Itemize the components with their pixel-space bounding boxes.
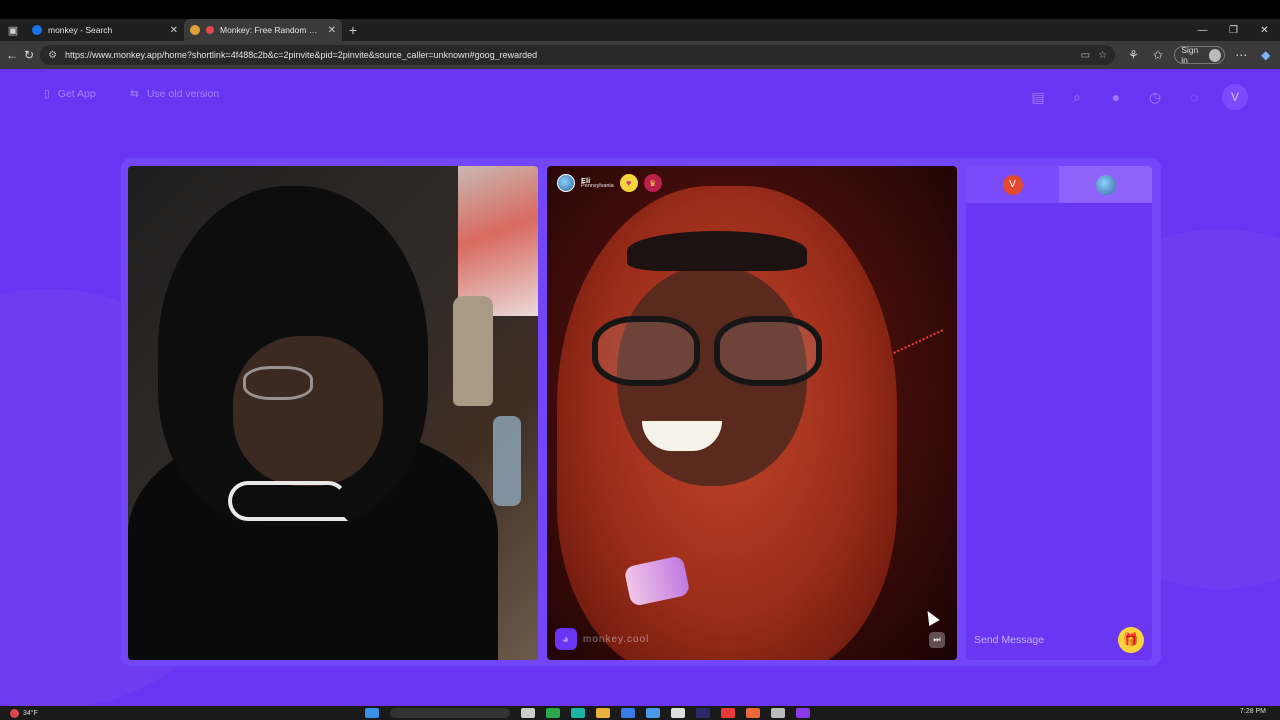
search-bar-icon[interactable]	[390, 708, 510, 718]
search-icon[interactable]: ⌕	[1066, 86, 1088, 108]
chat-input-row: 🎁	[966, 620, 1152, 660]
url-bar[interactable]: ⚙ https://www.monkey.app/home?shortlink=…	[40, 45, 1116, 65]
peer-glasses	[592, 316, 822, 386]
extensions-icon[interactable]: ⚘	[1125, 46, 1142, 64]
close-icon[interactable]: ✕	[328, 25, 336, 36]
camera-icon[interactable]: ▭	[1081, 50, 1090, 61]
temperature: 34°F	[23, 709, 38, 717]
taskbar: 34°F 7:28 PM	[0, 706, 1280, 720]
peer-video: Eli Pennsylvania ♥ ♛ ◕ monkey.cool ⏭	[547, 166, 957, 660]
app-icon[interactable]	[771, 708, 785, 718]
background-flag	[458, 166, 538, 316]
video-chat-stage: Eli Pennsylvania ♥ ♛ ◕ monkey.cool ⏭ V S…	[121, 158, 1161, 666]
app-icon[interactable]	[746, 708, 760, 718]
send-message-input[interactable]	[974, 634, 1118, 646]
restore-icon[interactable]: ❐	[1218, 19, 1249, 41]
profile-avatar-icon	[1209, 48, 1221, 62]
search-icon	[32, 25, 42, 35]
taskbar-apps	[365, 708, 810, 718]
new-tab-icon[interactable]: +	[342, 19, 364, 41]
chat-tab-peer[interactable]	[1059, 166, 1152, 203]
peer-text: Eli Pennsylvania	[581, 176, 614, 190]
self-glasses	[243, 366, 313, 400]
start-icon[interactable]	[365, 708, 379, 718]
browser-tab-search[interactable]: monkey - Search ✕	[26, 19, 184, 41]
store-icon[interactable]: ▤	[1027, 86, 1049, 108]
chat-tab-self[interactable]: V	[966, 166, 1059, 203]
self-face	[233, 336, 383, 486]
task-view-icon[interactable]	[521, 708, 535, 718]
peer-chat-avatar	[1095, 174, 1116, 195]
window-controls: — ❐ ✕	[1187, 19, 1280, 41]
monkey-icon	[190, 25, 200, 35]
weather-widget[interactable]: 34°F	[10, 708, 38, 718]
get-app-button[interactable]: ▯ Get App	[44, 88, 96, 100]
clock: 7:28 PM	[1239, 708, 1266, 715]
heart-badge-icon: ♥	[619, 174, 638, 192]
sign-in-label: Sign in	[1181, 45, 1199, 65]
recording-icon	[206, 26, 214, 34]
app-icon[interactable]	[621, 708, 635, 718]
address-bar-row: ← ↻ ⚙ https://www.monkey.app/home?shortl…	[0, 41, 1280, 69]
tab-actions-icon[interactable]: ▣	[0, 19, 26, 41]
tab-title: monkey - Search	[48, 25, 113, 35]
gift-badge-icon: ♛	[643, 174, 662, 192]
monkey-page: ▯ Get App ⇆ Use old version ▤ ⌕ ● ◷ ◌ V	[0, 69, 1280, 706]
app-icon[interactable]	[721, 708, 735, 718]
more-menu-icon[interactable]: ⋯	[1233, 46, 1250, 64]
header-icons: ▤ ⌕ ● ◷ ◌ V	[1027, 84, 1248, 110]
app-icon[interactable]	[646, 708, 660, 718]
app-icon[interactable]	[546, 708, 560, 718]
old-version-button[interactable]: ⇆ Use old version	[130, 88, 219, 100]
self-video	[128, 166, 538, 660]
peer-location: Pennsylvania	[581, 183, 614, 189]
history-icon[interactable]: ◷	[1144, 86, 1166, 108]
app-icon[interactable]	[671, 708, 685, 718]
background-water-bottle	[493, 416, 521, 506]
chat-panel: V 🎁	[966, 166, 1152, 660]
edge-icon[interactable]	[571, 708, 585, 718]
url-text: https://www.monkey.app/home?shortlink=4f…	[65, 50, 538, 60]
self-avatar: V	[1002, 174, 1023, 195]
page-header: ▯ Get App ⇆ Use old version ▤ ⌕ ● ◷ ◌ V	[0, 69, 1280, 127]
mouse-cursor	[922, 607, 940, 627]
background-bottle	[453, 296, 493, 406]
refresh-icon[interactable]: ↻	[24, 46, 34, 64]
app-icon[interactable]	[696, 708, 710, 718]
swap-icon: ⇆	[130, 88, 139, 100]
skip-icon[interactable]: ⏭	[929, 632, 945, 648]
app-icon[interactable]	[796, 708, 810, 718]
get-app-label: Get App	[57, 88, 96, 100]
watermark-text: monkey.cool	[583, 633, 650, 645]
weather-icon	[10, 708, 19, 718]
back-icon[interactable]: ←	[6, 46, 18, 64]
top-strip	[0, 0, 1280, 19]
monkey-logo-icon: ◕	[555, 628, 577, 650]
favorites-icon[interactable]: ✩	[1150, 46, 1167, 64]
close-icon[interactable]: ✕	[170, 25, 178, 36]
monkey-watermark: ◕ monkey.cool	[555, 628, 649, 650]
browser-tab-monkey[interactable]: Monkey: Free Random Video Chat ✕	[184, 19, 342, 41]
old-version-label: Use old version	[146, 88, 220, 100]
chat-bubble-icon[interactable]: ◌	[1183, 86, 1205, 108]
copilot-icon[interactable]: ◆	[1257, 46, 1274, 64]
tab-title: Monkey: Free Random Video Chat	[220, 25, 322, 35]
browser-tab-bar: ▣ monkey - Search ✕ Monkey: Free Random …	[0, 19, 1280, 41]
sign-in-button[interactable]: Sign in	[1174, 45, 1225, 65]
phone-icon: ▯	[44, 88, 50, 100]
folder-icon[interactable]	[596, 708, 610, 718]
favorite-star-icon[interactable]: ☆	[1098, 50, 1107, 61]
gift-icon[interactable]: 🎁	[1118, 627, 1144, 653]
user-avatar[interactable]: V	[1222, 84, 1248, 110]
chat-tabs: V	[966, 166, 1152, 203]
peer-headband	[627, 231, 807, 271]
monkey-face-icon[interactable]: ●	[1105, 86, 1127, 108]
browser-toolbar-right: ⚘ ✩ Sign in ⋯ ◆	[1125, 45, 1274, 65]
close-window-icon[interactable]: ✕	[1249, 19, 1280, 41]
site-info-icon[interactable]: ⚙	[48, 50, 57, 61]
peer-info: Eli Pennsylvania ♥ ♛	[557, 174, 662, 192]
minimize-icon[interactable]: —	[1187, 19, 1218, 41]
shirt-logo	[228, 481, 348, 521]
peer-avatar[interactable]	[557, 174, 575, 192]
